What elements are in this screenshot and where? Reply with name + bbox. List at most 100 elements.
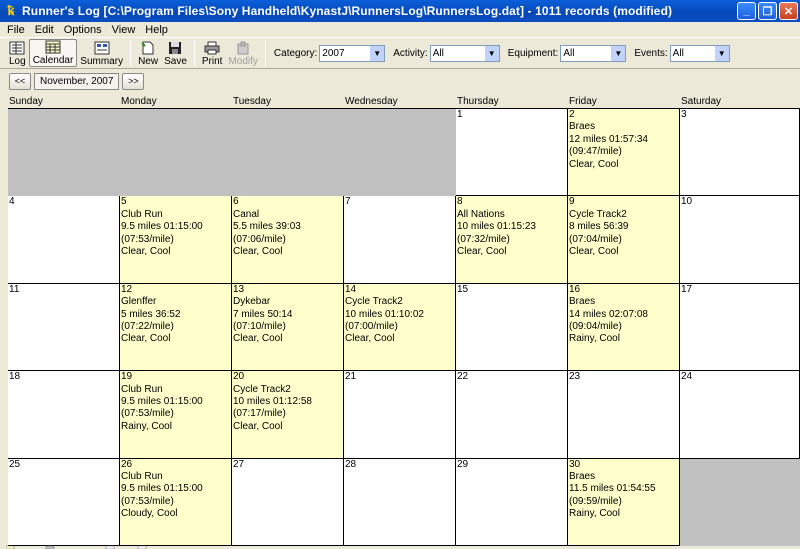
- calendar-day-cell[interactable]: 28: [344, 458, 456, 546]
- menu-help[interactable]: Help: [140, 24, 173, 36]
- calendar-day-cell[interactable]: 1: [456, 109, 568, 197]
- summary-icon: [94, 41, 110, 55]
- calendar-day-cell[interactable]: 30 Braes 11.5 miles 01:54:55 (09:59/mile) Ra…: [568, 458, 680, 546]
- calendar-day-cell[interactable]: 16 Braes 14 miles 02:07:08 (09:04/mile) Rain…: [568, 283, 680, 372]
- run-conditions: Clear, Cool: [457, 246, 507, 258]
- run-distance-time: 8 miles 56:39: [569, 221, 629, 233]
- menu-file[interactable]: File: [2, 24, 30, 36]
- events-select[interactable]: All ▼: [669, 44, 730, 62]
- calendar-day-cell[interactable]: 21: [344, 371, 456, 459]
- calendar-day-cell[interactable]: 24: [680, 371, 800, 459]
- calendar-view-button[interactable]: Calendar: [28, 39, 78, 67]
- calendar-day-cell[interactable]: 10: [680, 196, 800, 284]
- run-conditions: Rainy, Cool: [569, 333, 620, 345]
- run-conditions: Clear, Cool: [569, 158, 619, 170]
- toolbar-separator: [193, 40, 195, 66]
- run-pace: (07:04/mile): [569, 233, 622, 245]
- run-conditions: Rainy, Cool: [121, 420, 172, 432]
- run-conditions: Cloudy, Cool: [121, 508, 178, 520]
- calendar-day-cell[interactable]: 15: [456, 283, 568, 372]
- calendar-day-cell[interactable]: 5 Club Run 9.5 miles 01:15:00 (07:53/mile) C…: [120, 196, 232, 284]
- calendar-empty-cell: [120, 109, 232, 197]
- calendar-day-cell[interactable]: 22: [456, 371, 568, 459]
- day-number: 28: [345, 458, 357, 470]
- run-distance-time: 9.5 miles 01:15:00: [121, 483, 203, 495]
- summary-view-button[interactable]: Summary: [77, 39, 126, 67]
- run-distance-time: 10 miles 01:12:58: [233, 395, 312, 407]
- maximize-button[interactable]: ❐: [758, 2, 777, 20]
- chevron-down-icon[interactable]: ▼: [369, 45, 385, 61]
- chevron-down-icon[interactable]: ▼: [483, 45, 499, 61]
- calendar-day-cell[interactable]: 9 Cycle Track2 8 miles 56:39 (07:04/mile) Cl…: [568, 196, 680, 284]
- activity-select[interactable]: All ▼: [429, 44, 500, 62]
- calendar-day-cell[interactable]: 23: [568, 371, 680, 459]
- calendar-day-cell[interactable]: 11: [8, 283, 120, 372]
- previous-month-button[interactable]: <<: [9, 72, 31, 90]
- menu-options[interactable]: Options: [59, 24, 107, 36]
- weekday-friday: Friday: [569, 96, 597, 107]
- calendar-icon: [45, 40, 61, 54]
- print-button[interactable]: Print: [199, 39, 226, 67]
- new-button[interactable]: New: [135, 39, 161, 67]
- day-number: 26: [121, 458, 133, 470]
- title-bar[interactable]: ꝅ Runner's Log [C:\Program Files\Sony Ha…: [0, 0, 800, 22]
- menu-edit[interactable]: Edit: [30, 24, 59, 36]
- day-number: 11: [9, 283, 20, 295]
- print-label: Print: [201, 56, 223, 67]
- chevron-down-icon[interactable]: ▼: [610, 45, 626, 61]
- calendar-day-cell[interactable]: 14 Cycle Track2 10 miles 01:10:02 (07:00/mi…: [344, 283, 456, 372]
- run-distance-time: 5 miles 36:52: [121, 308, 181, 320]
- chevron-down-icon[interactable]: ▼: [713, 45, 729, 61]
- runner-app-icon[interactable]: ꝅ: [3, 3, 19, 19]
- calendar-view: Sunday Monday Tuesday Wednesday Thursday…: [8, 96, 800, 546]
- calendar-day-cell[interactable]: 2 Braes 12 miles 01:57:34 (09:47/mile) Clear…: [568, 109, 680, 197]
- calendar-day-cell[interactable]: 29: [456, 458, 568, 546]
- category-select[interactable]: 2007 ▼: [319, 44, 386, 62]
- day-number: 7: [345, 196, 351, 208]
- calendar-day-cell[interactable]: 7: [344, 196, 456, 284]
- run-pace: (07:17/mile): [233, 408, 286, 420]
- next-month-button[interactable]: >>: [122, 72, 145, 90]
- run-distance-time: 7 miles 50:14: [233, 308, 293, 320]
- run-distance-time: 9.5 miles 01:15:00: [121, 395, 203, 407]
- calendar-grid: 1 2 Braes 12 miles 01:57:34 (09:47/mile) Clea…: [8, 108, 800, 546]
- log-view-button[interactable]: Log: [6, 39, 29, 67]
- calendar-day-cell[interactable]: 25: [8, 458, 120, 546]
- run-pace: (07:53/mile): [121, 495, 174, 507]
- day-number: 5: [121, 196, 127, 208]
- minimize-button[interactable]: _: [737, 2, 756, 20]
- day-number: 10: [681, 196, 693, 208]
- run-pace: (07:10/mile): [233, 321, 286, 332]
- calendar-day-cell[interactable]: 8 All Nations 10 miles 01:15:23 (07:32/mile…: [456, 196, 568, 284]
- run-route: Club Run: [121, 470, 163, 482]
- calendar-day-cell[interactable]: 20 Cycle Track2 10 miles 01:12:58 (07:17/mi…: [232, 371, 344, 459]
- day-number: 2: [569, 109, 575, 120]
- printer-icon: [204, 41, 220, 55]
- calendar-day-cell[interactable]: 27: [232, 458, 344, 546]
- menu-view[interactable]: View: [107, 24, 141, 36]
- equipment-label: Equipment:: [507, 47, 559, 59]
- close-button[interactable]: ✕: [779, 2, 798, 20]
- calendar-day-cell[interactable]: 13 Dykebar 7 miles 50:14 (07:10/mile) Clear,…: [232, 283, 344, 372]
- calendar-day-cell[interactable]: 26 Club Run 9.5 miles 01:15:00 (07:53/mile)…: [120, 458, 232, 546]
- toolbar-separator: [130, 40, 132, 66]
- run-conditions: Rainy, Cool: [569, 508, 620, 520]
- calendar-day-cell[interactable]: 12 Glenffer 5 miles 36:52 (07:22/mile) Clear…: [120, 283, 232, 372]
- calendar-day-cell[interactable]: 3: [680, 109, 800, 197]
- calendar-day-cell[interactable]: 6 Canal 5.5 miles 39:03 (07:06/mile) Clear, …: [232, 196, 344, 284]
- run-pace: (07:32/mile): [457, 233, 510, 245]
- save-button[interactable]: Save: [161, 39, 190, 67]
- run-distance-time: 14 miles 02:07:08: [569, 308, 648, 320]
- calendar-day-cell[interactable]: 19 Club Run 9.5 miles 01:15:00 (07:53/mile)…: [120, 371, 232, 459]
- calendar-day-cell[interactable]: 18: [8, 371, 120, 459]
- equipment-select[interactable]: All ▼: [560, 44, 627, 62]
- weekday-wednesday: Wednesday: [345, 96, 398, 107]
- weekday-sunday: Sunday: [9, 96, 43, 107]
- calendar-day-cell[interactable]: 17: [680, 283, 800, 372]
- log-icon: [9, 41, 25, 55]
- run-pace: (09:04/mile): [569, 321, 622, 332]
- run-route: Club Run: [121, 208, 163, 220]
- modify-button[interactable]: Modify: [225, 39, 260, 67]
- day-number: 19: [121, 371, 133, 383]
- calendar-day-cell[interactable]: 4: [8, 196, 120, 284]
